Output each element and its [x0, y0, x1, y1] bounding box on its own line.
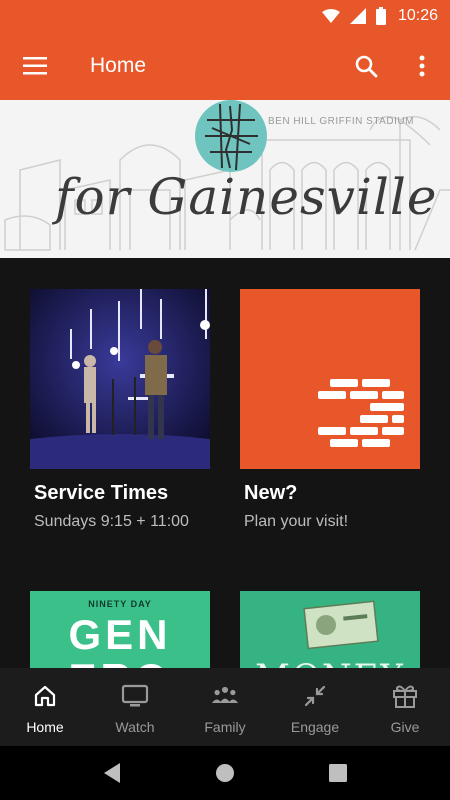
- money-artwork: MONEY: [240, 591, 420, 668]
- nav-item-home[interactable]: Home: [0, 668, 90, 746]
- home-circle-icon: [216, 764, 234, 782]
- menu-icon: [23, 57, 47, 75]
- card-subtitle: Plan your visit!: [244, 513, 349, 530]
- artwork-big-text: MONEY: [240, 657, 420, 668]
- recents-button[interactable]: [282, 746, 395, 800]
- nav-label: Engage: [290, 719, 340, 735]
- card-new[interactable]: New? Plan your visit!: [240, 289, 426, 539]
- recents-icon: [329, 764, 347, 782]
- wifi-icon: [321, 9, 340, 23]
- status-time: 10:26: [397, 7, 438, 24]
- artwork-small-text: NINETY DAY: [88, 599, 152, 609]
- nav-item-watch[interactable]: Watch: [90, 668, 180, 746]
- card-money[interactable]: MONEY: [240, 591, 420, 668]
- gift-icon: [391, 682, 419, 710]
- search-icon: [355, 55, 378, 78]
- nav-label: Give: [390, 719, 420, 735]
- battery-icon: [375, 7, 386, 25]
- cellular-signal-icon: [349, 8, 366, 24]
- more-vert-icon: [419, 55, 425, 77]
- artwork-big-text: GEN ERO: [68, 611, 172, 669]
- card-title: Service Times: [34, 482, 169, 504]
- nav-item-family[interactable]: Family: [180, 668, 270, 746]
- card-title: New?: [244, 482, 298, 504]
- nav-label: Watch: [115, 719, 155, 735]
- more-options-button[interactable]: [394, 32, 450, 100]
- card-generosity[interactable]: NINETY DAY GEN ERO: [30, 591, 210, 668]
- worship-stage-photo: [30, 289, 210, 469]
- bottom-navigation: Home Watch Family Engage Give: [0, 668, 450, 746]
- app-screen: 10:26 Home BEN HILL GRIFFIN STADIUM for …: [0, 0, 450, 800]
- hero-banner[interactable]: BEN HILL GRIFFIN STADIUM for Gainesville: [0, 100, 450, 258]
- nav-label: Home: [26, 719, 64, 735]
- family-icon: [211, 682, 239, 710]
- system-home-button[interactable]: [169, 746, 282, 800]
- app-bar: Home: [0, 32, 450, 100]
- page-title: Home: [90, 54, 147, 77]
- card-service-times[interactable]: Service Times Sundays 9:15 + 11:00: [30, 289, 216, 539]
- tv-icon: [121, 682, 149, 710]
- status-bar: 10:26: [0, 0, 450, 32]
- brick-logo-icon: [240, 289, 420, 469]
- back-icon: [104, 763, 120, 783]
- back-button[interactable]: [56, 746, 169, 800]
- home-icon: [31, 682, 59, 710]
- stadium-label: BEN HILL GRIFFIN STADIUM: [268, 116, 414, 127]
- nav-item-engage[interactable]: Engage: [270, 668, 360, 746]
- system-navigation-bar: [0, 746, 450, 800]
- banner-title: for Gainesville: [55, 168, 438, 226]
- nav-item-give[interactable]: Give: [360, 668, 450, 746]
- generosity-artwork: NINETY DAY GEN ERO: [30, 591, 210, 668]
- menu-button[interactable]: [0, 32, 70, 100]
- engage-arrows-icon: [301, 682, 329, 710]
- nav-label: Family: [204, 719, 246, 735]
- search-button[interactable]: [338, 32, 394, 100]
- card-subtitle: Sundays 9:15 + 11:00: [34, 513, 189, 530]
